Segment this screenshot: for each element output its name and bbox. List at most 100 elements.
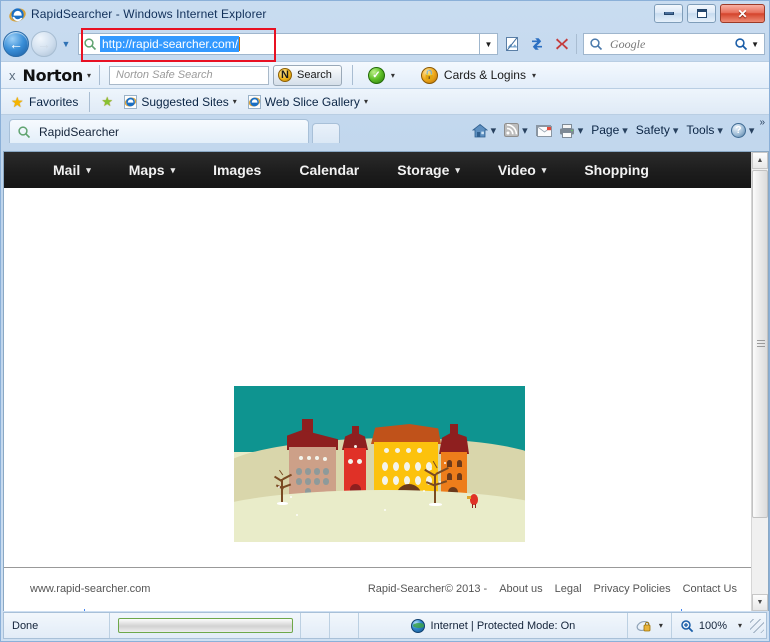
back-button[interactable]: ← bbox=[3, 31, 29, 57]
chevron-down-icon[interactable]: ▾ bbox=[364, 97, 368, 106]
window-square bbox=[314, 468, 320, 475]
suggested-sites-button[interactable]: Suggested Sites ▾ bbox=[124, 94, 237, 109]
page-menu-button[interactable]: Page ▾ bbox=[588, 119, 631, 141]
globe-icon bbox=[410, 618, 425, 633]
privacy-settings-button[interactable]: ▾ bbox=[628, 613, 671, 638]
favorites-label: Favorites bbox=[29, 94, 79, 109]
window-arch bbox=[457, 473, 462, 480]
norton-safe-search-input[interactable]: Norton Safe Search bbox=[109, 65, 270, 85]
chevron-down-icon[interactable]: ▾ bbox=[673, 124, 679, 137]
norton-safe-status[interactable]: ✓ ▾ bbox=[367, 66, 395, 84]
chevron-down-icon[interactable]: ▾ bbox=[532, 71, 536, 80]
chevron-down-icon[interactable]: ▾ bbox=[738, 621, 742, 630]
add-to-favorites-bar-button[interactable]: ★ bbox=[101, 94, 115, 109]
internet-explorer-icon bbox=[124, 94, 138, 109]
feeds-button[interactable]: ▾ bbox=[501, 119, 531, 141]
site-nav-item-images[interactable]: Images bbox=[194, 162, 280, 178]
snow-speck bbox=[296, 514, 298, 516]
footer-link-legal[interactable]: Legal bbox=[555, 583, 582, 595]
search-icon bbox=[83, 37, 97, 51]
site-nav-label: Video bbox=[497, 162, 536, 178]
chevron-down-icon[interactable]: ▾ bbox=[622, 124, 628, 137]
scroll-down-button[interactable]: ▼ bbox=[752, 594, 768, 611]
new-tab-button[interactable] bbox=[312, 123, 340, 143]
footer-site-url: www.rapid-searcher.com bbox=[30, 582, 151, 595]
maximize-button[interactable] bbox=[687, 4, 716, 23]
web-slice-gallery-label: Web Slice Gallery bbox=[264, 94, 360, 109]
close-icon: ✕ bbox=[737, 6, 748, 21]
safety-menu-button[interactable]: Safety ▾ bbox=[633, 119, 682, 141]
chevron-down-icon[interactable]: ▾ bbox=[391, 71, 395, 80]
forward-arrow-icon: → bbox=[37, 35, 51, 52]
triangle-up-icon: ▲ bbox=[756, 157, 764, 164]
chevron-down-icon[interactable]: ▾ bbox=[717, 124, 723, 137]
tab-label: RapidSearcher bbox=[39, 124, 120, 139]
web-slice-gallery-button[interactable]: Web Slice Gallery ▾ bbox=[247, 94, 368, 109]
zoom-control[interactable]: 100% ▾ bbox=[672, 613, 750, 638]
bird-leg bbox=[472, 504, 473, 508]
window-dot bbox=[315, 456, 319, 460]
address-dropdown-button[interactable]: ▼ bbox=[480, 33, 498, 55]
chevron-down-icon[interactable]: ▾ bbox=[233, 97, 237, 106]
window-oval bbox=[393, 476, 399, 485]
chevron-down-icon[interactable]: ▾ bbox=[749, 124, 755, 137]
read-mail-button[interactable] bbox=[533, 119, 554, 141]
site-nav-item-storage[interactable]: Storage ▾ bbox=[378, 162, 479, 178]
help-icon: ? bbox=[730, 122, 746, 138]
zoom-level-text: 100% bbox=[698, 619, 727, 632]
command-bar-overflow-button[interactable]: » bbox=[759, 117, 765, 128]
search-go-icon[interactable] bbox=[734, 37, 748, 51]
footer-link-about-us[interactable]: About us bbox=[499, 583, 542, 595]
site-nav-item-mail[interactable]: Mail ▾ bbox=[34, 162, 110, 178]
norton-menu-caret-icon[interactable]: ▾ bbox=[87, 71, 91, 80]
scroll-up-button[interactable]: ▲ bbox=[752, 152, 768, 169]
site-nav-item-shopping[interactable]: Shopping bbox=[565, 162, 668, 178]
print-button[interactable]: ▾ bbox=[556, 119, 587, 141]
stop-icon bbox=[555, 38, 568, 50]
home-icon bbox=[471, 123, 488, 138]
footer-link-contact-us[interactable]: Contact Us bbox=[683, 583, 737, 595]
security-zone-cell[interactable]: Internet | Protected Mode: On bbox=[359, 613, 627, 638]
chevron-down-icon[interactable]: ▾ bbox=[522, 124, 528, 137]
norton-search-button[interactable]: N Search bbox=[273, 64, 342, 86]
home-button[interactable]: ▾ bbox=[469, 119, 500, 141]
site-nav-item-video[interactable]: Video ▾ bbox=[479, 162, 565, 178]
minimize-button[interactable] bbox=[654, 4, 683, 23]
norton-close-button[interactable]: x bbox=[9, 68, 16, 83]
page-scrollbar[interactable]: ▲ ▼ bbox=[751, 152, 768, 611]
internet-explorer-logo-icon bbox=[9, 6, 26, 23]
window-dot bbox=[357, 459, 362, 464]
site-nav-item-maps[interactable]: Maps ▾ bbox=[110, 162, 194, 178]
recent-pages-dropdown[interactable]: ▼ bbox=[59, 31, 73, 57]
search-provider-dropdown[interactable]: ▼ bbox=[751, 40, 759, 49]
tab-rapidsearcher[interactable]: RapidSearcher bbox=[9, 119, 309, 143]
address-input[interactable]: http://rapid-searcher.com/ bbox=[78, 33, 480, 55]
back-arrow-icon: ← bbox=[9, 35, 23, 52]
window-oval bbox=[404, 462, 410, 471]
norton-cards-logins[interactable]: 🔒 Cards & Logins ▾ bbox=[420, 66, 536, 84]
status-spacer-1 bbox=[301, 613, 329, 638]
chevron-down-icon[interactable]: ▾ bbox=[578, 124, 584, 137]
site-nav-item-calendar[interactable]: Calendar bbox=[280, 162, 378, 178]
forward-button[interactable]: → bbox=[31, 31, 57, 57]
help-menu-button[interactable]: ? ▾ bbox=[728, 119, 758, 141]
window-dot bbox=[323, 457, 327, 461]
window-square bbox=[305, 478, 311, 485]
refresh-button[interactable] bbox=[525, 33, 548, 55]
window-controls: ✕ bbox=[654, 4, 765, 23]
search-input[interactable]: Google ▼ bbox=[583, 33, 765, 55]
scrollbar-thumb[interactable] bbox=[752, 170, 768, 518]
close-button[interactable]: ✕ bbox=[720, 4, 765, 23]
favorites-button[interactable]: ★ Favorites bbox=[11, 95, 78, 109]
chevron-down-icon: ▾ bbox=[541, 164, 547, 175]
chevron-down-icon[interactable]: ▾ bbox=[491, 124, 497, 137]
window-oval bbox=[393, 462, 399, 471]
bird-leg bbox=[475, 504, 476, 508]
tools-menu-button[interactable]: Tools ▾ bbox=[683, 119, 726, 141]
chevron-down-icon[interactable]: ▾ bbox=[659, 621, 663, 630]
compatibility-view-button[interactable] bbox=[500, 33, 523, 55]
window-resize-grip[interactable] bbox=[750, 618, 764, 633]
footer-link-privacy-policies[interactable]: Privacy Policies bbox=[594, 583, 671, 595]
stop-button[interactable] bbox=[550, 33, 573, 55]
window-square bbox=[305, 468, 311, 475]
